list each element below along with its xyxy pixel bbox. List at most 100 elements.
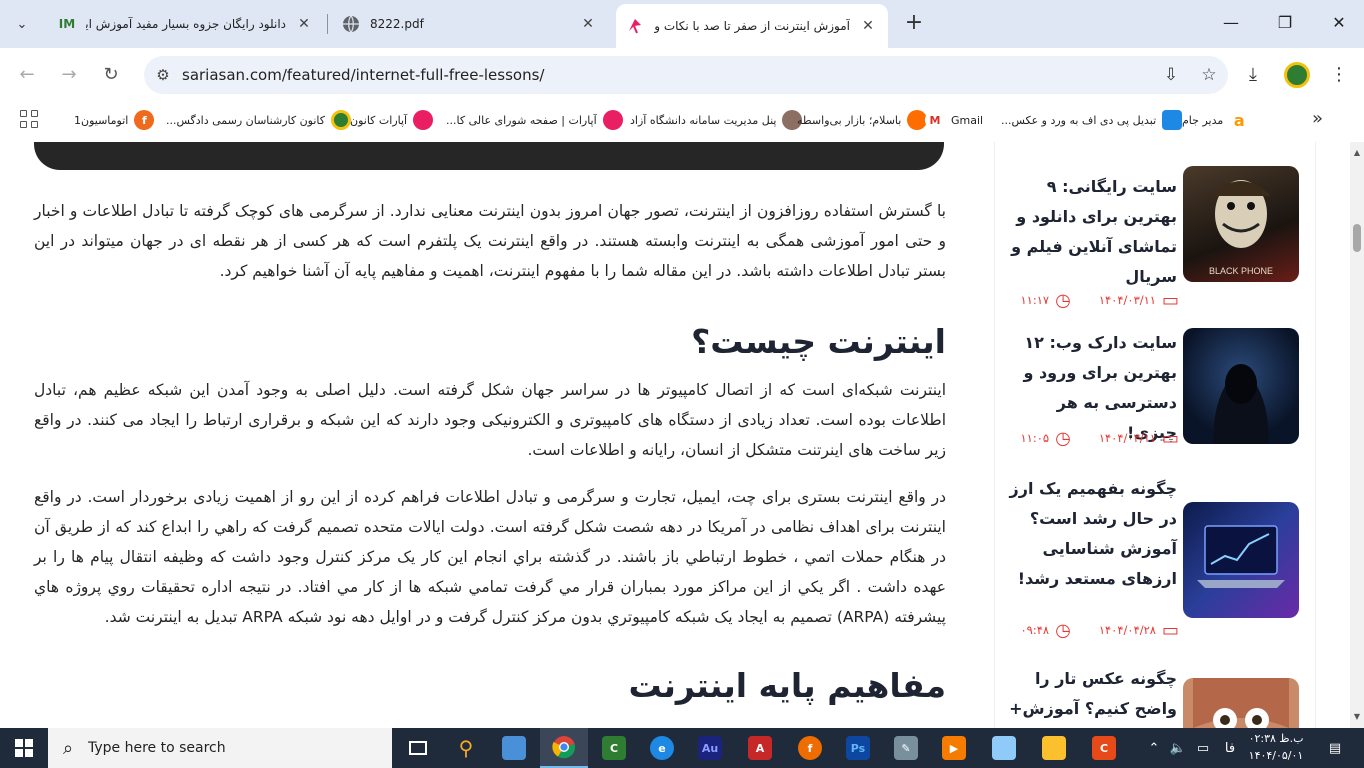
bookmark-star-icon[interactable]: ☆ (1190, 65, 1228, 85)
bookmark-5[interactable]: پنل مدیریت سامانه دانشگاه آزاد (630, 108, 803, 132)
scrollbar-thumb[interactable] (1353, 224, 1361, 252)
clock-icon: ◷ (1055, 427, 1071, 449)
scroll-up-icon[interactable]: ▲ (1350, 146, 1364, 160)
taskbar-app-explorer[interactable] (1030, 728, 1078, 768)
taskbar-app-audition[interactable]: Au (686, 728, 734, 768)
bookmark-9[interactable]: a مدیر جام (1182, 108, 1250, 132)
post-date: ۱۴۰۴/۰۳/۱۱ (1098, 431, 1156, 445)
task-view-button[interactable] (394, 728, 442, 768)
bookmark-4[interactable]: آپارات | صفحه شورای عالی کا... (446, 108, 623, 132)
acrobat-icon: A (748, 736, 772, 760)
network-icon[interactable]: ▭ (1190, 728, 1216, 768)
close-window-button[interactable]: ✕ (1316, 8, 1362, 38)
taskbar-app-network[interactable] (490, 728, 538, 768)
notifications-icon[interactable]: ▤ (1318, 728, 1352, 768)
downloads-button[interactable]: ⤓ (1238, 60, 1268, 90)
chevron-down-icon: ⌄ (16, 16, 28, 32)
tab-1[interactable]: IM دانلود رایگان جزوه بسیار مفید آموزش ا… (48, 6, 324, 42)
web-page: با گسترش استفاده روزافزون از اینترنت، تص… (0, 142, 1350, 728)
bookmark-favicon: f (134, 110, 155, 130)
bookmark-3[interactable]: آپارات کانون (350, 108, 434, 132)
post-thumbnail[interactable] (1183, 328, 1299, 444)
taskbar-app-camtasia[interactable]: C (590, 728, 638, 768)
menu-button[interactable]: ⋮ (1324, 60, 1354, 90)
post-date: ۱۴۰۴/۰۳/۱۱ (1098, 293, 1156, 307)
kebab-menu-icon: ⋮ (1330, 64, 1348, 85)
post-thumbnail[interactable]: BLACK PHONE (1183, 166, 1299, 282)
taskbar-app-tools[interactable]: ✎ (882, 728, 930, 768)
taskbar-app-media[interactable]: ▶ (930, 728, 978, 768)
profile-avatar[interactable] (1284, 62, 1310, 88)
site-info-icon[interactable]: ⚙ (144, 66, 182, 84)
taskbar-app-acrobat[interactable]: A (736, 728, 784, 768)
taskbar-app-flashget[interactable]: f (786, 728, 834, 768)
system-clock[interactable]: ب.ظ ۰۲:۳۸ ۱۴۰۴/۰۵/۰۱ (1240, 730, 1312, 766)
taskbar-app-edge[interactable]: e (638, 728, 686, 768)
bookmark-favicon: a (1229, 110, 1250, 130)
close-icon[interactable]: ✕ (578, 16, 598, 32)
taskbar-app-photoshop[interactable]: Ps (834, 728, 882, 768)
tools-icon: ✎ (894, 736, 918, 760)
clock-date: ۱۴۰۴/۰۵/۰۱ (1248, 749, 1304, 762)
tab-favicon-im: IM (58, 17, 76, 31)
bookmark-2[interactable]: کانون کارشناسان رسمی دادگس... (166, 108, 351, 132)
restore-button[interactable]: ❐ (1262, 8, 1308, 38)
close-icon[interactable]: ✕ (858, 18, 878, 34)
scroll-down-icon[interactable]: ▼ (1350, 710, 1364, 724)
camtasia-icon: C (602, 736, 626, 760)
bookmark-favicon (413, 110, 434, 130)
taskbar-app-notepad[interactable] (980, 728, 1028, 768)
post-thumbnail[interactable] (1183, 678, 1299, 728)
post-title[interactable]: چگونه عکس تار را واضح کنیم؟ آموزش+ معرفی (1003, 664, 1177, 728)
url-text[interactable]: sariasan.com/featured/internet-full-free… (182, 66, 1152, 84)
tray-overflow-icon[interactable]: ⌃ (1142, 728, 1166, 768)
intro-paragraph: با گسترش استفاده روزافزون از اینترنت، تص… (34, 202, 946, 280)
post-thumbnail[interactable] (1183, 502, 1299, 618)
bookmark-label: مدیر جام (1182, 113, 1224, 127)
post-title[interactable]: چگونه بفهمیم یک ارز در حال رشد است؟ آموز… (1003, 474, 1177, 594)
search-icon: ⌕ (62, 737, 74, 759)
search-placeholder: Type here to search (88, 740, 226, 756)
sidebar-post[interactable]: چگونه بفهمیم یک ارز در حال رشد است؟ آموز… (1003, 474, 1303, 644)
sidebar-post[interactable]: سایت دارک وب: ۱۲ بهترین برای ورود و دستر… (1003, 328, 1303, 478)
bookmark-gmail[interactable]: M Gmail (925, 108, 983, 132)
start-button[interactable] (0, 728, 48, 768)
reload-button[interactable]: ↻ (96, 60, 126, 90)
taskbar-search[interactable]: ⌕ Type here to search (48, 728, 392, 768)
tab-title: 8222.pdf (370, 17, 424, 31)
bookmark-8[interactable]: تبدیل پی دی اف به ورد و عکس... (1001, 108, 1183, 132)
tab-3-active[interactable]: آموزش اینترنت از صفر تا صد با نکات و ترف… (616, 4, 888, 48)
address-bar[interactable]: ⚙ sariasan.com/featured/internet-full-fr… (144, 56, 1228, 94)
sidebar-post[interactable]: چگونه عکس تار را واضح کنیم؟ آموزش+ معرفی (1003, 664, 1303, 728)
post-meta: ▭ ۱۴۰۴/۰۳/۱۱ ◷ ۱۱:۱۷ (1003, 288, 1180, 312)
chrome-icon (552, 736, 576, 759)
post-title[interactable]: سایت رایگانی: ۹ بهترین برای دانلود و تما… (1003, 172, 1177, 292)
tab-search-dropdown[interactable]: ⌄ (6, 8, 38, 40)
article-body: با گسترش استفاده روزافزون از اینترنت، تص… (34, 196, 946, 705)
page-scrollbar[interactable]: ▲ ▼ (1350, 142, 1364, 728)
audition-icon: Au (698, 736, 722, 760)
taskbar-app-camtasia-recorder[interactable]: C (1080, 728, 1128, 768)
bookmark-6[interactable]: باسلام؛ بازار بی‌واسطه (797, 108, 928, 132)
minimize-button[interactable]: — (1208, 8, 1254, 38)
install-app-icon[interactable]: ⇩ (1152, 65, 1190, 85)
forward-button[interactable]: → (54, 60, 84, 90)
bookmarks-overflow-icon[interactable]: » (1312, 108, 1323, 129)
new-tab-button[interactable]: + (900, 10, 928, 38)
post-meta: ▭ ۱۴۰۴/۰۳/۱۱ ◷ ۱۱:۰۵ (1003, 426, 1180, 450)
bookmark-label: آپارات | صفحه شورای عالی کا... (446, 113, 597, 127)
heading-internet-basics: مفاهیم پایه اینترنت (628, 666, 946, 705)
tab-2[interactable]: 8222.pdf ✕ (332, 6, 608, 42)
close-icon[interactable]: ✕ (294, 16, 314, 32)
paragraph-2: در واقع اینترنت بستری برای چت، ایمیل، تج… (34, 488, 946, 626)
volume-icon[interactable]: 🔈 (1166, 728, 1190, 768)
bookmark-1[interactable]: f اتوماسیون1 (74, 108, 155, 132)
input-language[interactable]: فا (1218, 728, 1242, 768)
windows-logo-icon (15, 739, 33, 757)
back-button[interactable]: ← (12, 60, 42, 90)
taskbar-app-chrome[interactable] (540, 728, 588, 768)
apps-grid-icon[interactable] (20, 110, 40, 130)
gmail-icon: M (925, 110, 945, 130)
taskbar-app-search-tool[interactable]: ⚲ (442, 728, 490, 768)
sidebar-post[interactable]: BLACK PHONE سایت رایگانی: ۹ بهترین برای … (1003, 166, 1303, 316)
